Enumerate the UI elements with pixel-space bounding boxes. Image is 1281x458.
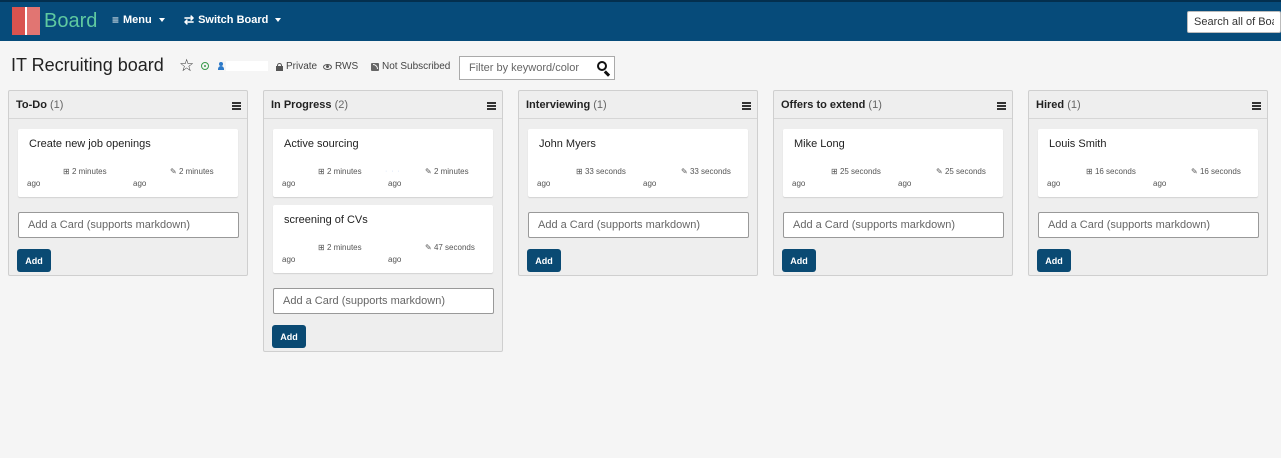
card[interactable]: Louis Smith ⊞ 16 seconds ✎ 16 seconds ag… (1038, 129, 1258, 197)
filter-input[interactable] (460, 57, 590, 79)
list-title: To-Do (1) (16, 99, 64, 111)
created-time: ⊞ 33 seconds (576, 167, 626, 176)
modified-ago: ago (643, 179, 657, 188)
modified-ago: ago (898, 179, 912, 188)
list-menu-icon[interactable] (997, 102, 1006, 110)
board-logo-icon (12, 7, 40, 35)
list-header: Interviewing (1) (519, 91, 757, 119)
list-title: Offers to extend (1) (781, 99, 882, 111)
list-title: In Progress (2) (271, 99, 349, 111)
add-card-button[interactable]: Add (527, 249, 561, 272)
arrows-swap-icon: ⇄ (184, 13, 195, 27)
created-ago: ago (1047, 179, 1061, 188)
card[interactable]: Mike Long ⊞ 25 seconds ✎ 25 seconds ago … (783, 129, 1003, 197)
brand-name: Board (44, 9, 98, 32)
subscription-toggle[interactable]: Not Subscribed (371, 61, 450, 72)
star-icon[interactable]: ☆ (179, 56, 194, 76)
rss-icon (371, 62, 379, 71)
card-title: Active sourcing (284, 138, 359, 150)
card-title: Mike Long (794, 138, 845, 150)
list-title: Interviewing (1) (526, 99, 607, 111)
modified-ago: ago (1153, 179, 1167, 188)
created-ago: ago (282, 255, 296, 264)
modified-ago: ago (388, 179, 402, 188)
card-title: Louis Smith (1049, 138, 1107, 150)
list-header: Offers to extend (1) (774, 91, 1012, 119)
menu-dropdown[interactable]: ≡ Menu (112, 13, 165, 27)
list-offers-to-extend: Offers to extend (1) Mike Long ⊞ 25 seco… (773, 90, 1013, 276)
list-interviewing: Interviewing (1) John Myers ⊞ 33 seconds… (518, 90, 758, 276)
created-ago: ago (27, 179, 41, 188)
permission-label: RWS (335, 61, 359, 72)
lock-icon (276, 63, 283, 71)
top-navbar: Board ≡ Menu ⇄ Switch Board (0, 0, 1281, 41)
card[interactable]: Create new job openings ⊞ 2 minutes ✎ 2 … (18, 129, 238, 197)
add-card-button[interactable]: Add (17, 249, 51, 272)
list-header: In Progress (2) (264, 91, 502, 119)
card[interactable]: screening of CVs ⊞ 2 minutes ✎ 47 second… (273, 205, 493, 273)
list-menu-icon[interactable] (232, 102, 241, 110)
modified-time: ✎ 16 seconds (1191, 167, 1241, 176)
redacted-owner-name (226, 61, 268, 71)
add-card-input[interactable] (783, 212, 1004, 238)
watch-status-icon[interactable] (201, 62, 209, 70)
search-icon[interactable] (597, 61, 611, 77)
list-header: Hired (1) (1029, 91, 1267, 119)
add-card-input[interactable] (273, 288, 494, 314)
list-menu-icon[interactable] (742, 102, 751, 110)
chevron-down-icon (158, 18, 165, 22)
card[interactable]: John Myers ⊞ 33 seconds ✎ 33 seconds ago… (528, 129, 748, 197)
list-in-progress: In Progress (2) Active sourcing ⊞ 2 minu… (263, 90, 503, 352)
created-time: ⊞ 16 seconds (1086, 167, 1136, 176)
modified-ago: ago (388, 255, 402, 264)
switch-board-label: Switch Board (198, 14, 269, 26)
hamburger-icon: ≡ (112, 13, 120, 27)
created-time: ⊞ 2 minutes (318, 243, 362, 252)
modified-time: ✎ 2 minutes (170, 167, 214, 176)
list-to-do: To-Do (1) Create new job openings ⊞ 2 mi… (8, 90, 248, 276)
add-card-button[interactable]: Add (272, 325, 306, 348)
card-title: John Myers (539, 138, 596, 150)
chevron-down-icon (275, 18, 282, 22)
list-title: Hired (1) (1036, 99, 1081, 111)
modified-time: ✎ 47 seconds (425, 243, 475, 252)
modified-ago: ago (133, 179, 147, 188)
created-ago: ago (282, 179, 296, 188)
user-icon (218, 62, 224, 70)
list-hired: Hired (1) Louis Smith ⊞ 16 seconds ✎ 16 … (1028, 90, 1268, 276)
visibility-indicator[interactable]: Private (276, 61, 317, 72)
created-ago: ago (792, 179, 806, 188)
global-search-input[interactable] (1187, 11, 1281, 33)
permission-indicator[interactable]: RWS (323, 61, 358, 72)
modified-time: ✎ 33 seconds (681, 167, 731, 176)
switch-board-dropdown[interactable]: ⇄ Switch Board (184, 13, 282, 27)
brand[interactable]: Board (12, 6, 97, 36)
card-title: Create new job openings (29, 138, 151, 150)
list-header: To-Do (1) (9, 91, 247, 119)
modified-time: ✎ 2 minutes (425, 167, 469, 176)
card-title: screening of CVs (284, 214, 368, 226)
created-time: ⊞ 2 minutes (63, 167, 107, 176)
card[interactable]: Active sourcing ⊞ 2 minutes · · · ✎ 2 mi… (273, 129, 493, 197)
menu-label: Menu (123, 14, 152, 26)
filter-box (459, 56, 615, 80)
list-menu-icon[interactable] (1252, 102, 1261, 110)
subscription-label: Not Subscribed (382, 61, 451, 72)
add-card-input[interactable] (18, 212, 239, 238)
board-title: IT Recruiting board (11, 55, 164, 75)
created-ago: ago (537, 179, 551, 188)
add-card-button[interactable]: Add (782, 249, 816, 272)
add-card-button[interactable]: Add (1037, 249, 1071, 272)
add-card-input[interactable] (528, 212, 749, 238)
created-time: ⊞ 25 seconds (831, 167, 881, 176)
add-card-input[interactable] (1038, 212, 1259, 238)
created-time: ⊞ 2 minutes (318, 167, 362, 176)
modified-time: ✎ 25 seconds (936, 167, 986, 176)
eye-icon (323, 63, 332, 70)
redacted-text: · · · (385, 168, 401, 175)
list-menu-icon[interactable] (487, 102, 496, 110)
visibility-label: Private (286, 61, 318, 72)
